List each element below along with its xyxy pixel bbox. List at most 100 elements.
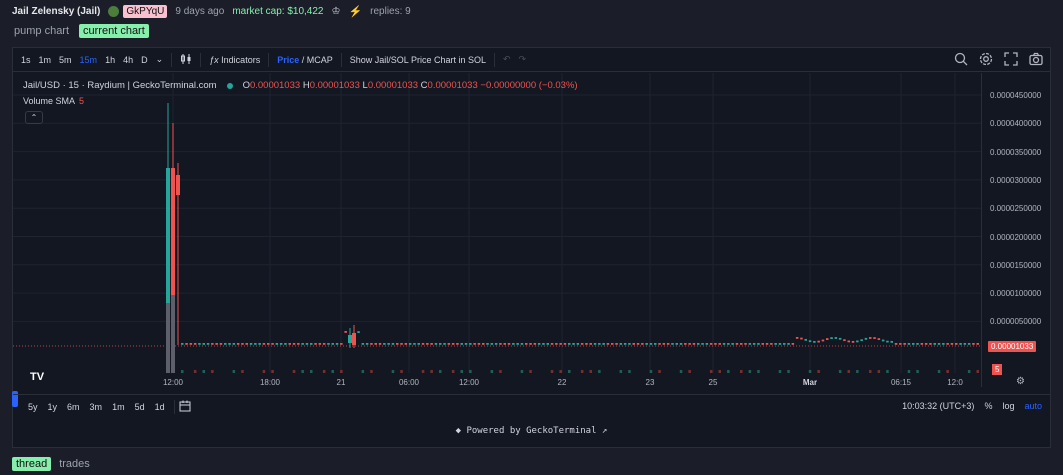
range-1y[interactable]: 1y: [43, 402, 63, 412]
tab-pump-chart[interactable]: pump chart: [12, 24, 71, 38]
candle-body: [714, 343, 717, 345]
candle-body: [688, 343, 691, 345]
show-sol-chart-button[interactable]: Show Jail/SOL Price Chart in SOL: [346, 55, 490, 65]
candle-body: [464, 343, 468, 345]
candle-body: [748, 343, 752, 345]
open-key: O: [242, 80, 250, 91]
volume-bar: [658, 370, 661, 373]
interval-1m[interactable]: 1m: [35, 55, 56, 65]
interval-dropdown-icon[interactable]: ⌄: [152, 54, 168, 65]
candle-body: [365, 343, 369, 345]
candle-body: [834, 337, 838, 339]
fx-icon: ƒx: [209, 54, 219, 65]
volume-bar: [967, 370, 971, 373]
candle-body: [486, 343, 489, 345]
divider: [340, 52, 342, 67]
candle-type-icon[interactable]: [176, 53, 196, 67]
volume-sma-length: 5: [79, 96, 85, 106]
fullscreen-icon[interactable]: [1004, 52, 1019, 67]
range-5d[interactable]: 5d: [130, 402, 150, 412]
volume-bar: [856, 370, 859, 373]
indicators-button[interactable]: ƒx Indicators: [205, 55, 264, 65]
candle-body: [361, 343, 365, 345]
log-toggle[interactable]: log: [1002, 401, 1014, 411]
divider: [171, 52, 173, 67]
candle-body: [606, 343, 610, 345]
candle-body: [585, 343, 588, 345]
candle-body: [645, 343, 648, 345]
interval-4h[interactable]: 4h: [119, 55, 137, 65]
candle-body: [383, 343, 386, 345]
candle-body: [348, 335, 352, 343]
candle-body: [559, 343, 562, 345]
redo-icon[interactable]: ↷: [515, 54, 531, 65]
axis-settings-icon[interactable]: ⚙: [1016, 376, 1027, 387]
coin-name: Jail Zelensky (Jail): [12, 5, 101, 17]
candle-body: [744, 343, 747, 345]
zoom-search-icon[interactable]: [954, 52, 969, 67]
undo-icon[interactable]: ↶: [499, 54, 515, 65]
volume-bar: [787, 370, 790, 373]
candle-body: [215, 343, 218, 345]
candle-body: [477, 343, 481, 345]
percent-toggle[interactable]: %: [984, 401, 992, 411]
candle-body: [830, 337, 833, 339]
auto-toggle[interactable]: auto: [1024, 401, 1042, 411]
created-time: 9 days ago: [175, 5, 225, 17]
page: Jail Zelensky (Jail) GkPYqU 9 days ago m…: [0, 0, 1063, 475]
bottom-bar-right: 10:03:32 (UTC+3) % log auto: [902, 401, 1042, 411]
interval-1s[interactable]: 1s: [17, 55, 35, 65]
candle-body: [761, 343, 764, 345]
volume-bar: [946, 370, 949, 373]
creator[interactable]: GkPYqU: [108, 4, 168, 18]
candle-body: [439, 343, 442, 345]
volume-bar: [292, 370, 296, 373]
range-3m[interactable]: 3m: [85, 402, 108, 412]
candle-body: [701, 343, 704, 345]
candle-body: [503, 343, 506, 345]
powered-by-link[interactable]: ◆ Powered by GeckoTerminal ↗: [13, 426, 1050, 436]
creator-address[interactable]: GkPYqU: [123, 4, 168, 18]
bottom-tabs: thread trades: [12, 457, 92, 471]
candle-body: [417, 343, 420, 345]
goto-date-icon[interactable]: [179, 400, 192, 414]
range-1d[interactable]: 1d: [150, 402, 170, 412]
candle-body: [899, 343, 902, 345]
tab-trades[interactable]: trades: [57, 457, 92, 471]
candle-body: [619, 343, 623, 345]
candle-body: [894, 343, 898, 345]
price-plot[interactable]: Jail/USD · 15 · Raydium | GeckoTerminal.…: [12, 73, 981, 407]
range-6m[interactable]: 6m: [62, 402, 85, 412]
price-tick-label: 0.0000200000: [990, 232, 1042, 242]
time-tick-label: 06:15: [890, 378, 912, 387]
volume-bar: [916, 370, 919, 373]
tab-thread[interactable]: thread: [12, 457, 52, 471]
range-1m[interactable]: 1m: [107, 402, 130, 412]
price-label: Price: [277, 54, 300, 65]
collapse-legend-button[interactable]: ⌃: [25, 111, 43, 124]
price-mcap-toggle[interactable]: Price / MCAP: [273, 55, 337, 65]
volume-bar: [460, 370, 463, 373]
interval-15m[interactable]: 15m: [76, 55, 102, 65]
interval-d[interactable]: D: [137, 55, 152, 65]
tab-current-chart[interactable]: current chart: [79, 24, 149, 38]
settings-gear-icon[interactable]: [979, 52, 994, 67]
time-axis[interactable]: 12:00 18:00 21 06:00 12:00 22 23 25 Mar 06:15 12:0: [13, 375, 981, 391]
interval-5m[interactable]: 5m: [55, 55, 76, 65]
candle-body: [658, 343, 661, 345]
king-icon: ♔: [331, 5, 341, 17]
price-scale[interactable]: 0.0000450000 0.0000400000 0.0000350000 0.00…: [981, 73, 1051, 387]
price-tick-label: 0.0000150000: [990, 260, 1042, 270]
interval-1h[interactable]: 1h: [101, 55, 119, 65]
clock[interactable]: 10:03:32 (UTC+3): [902, 401, 974, 411]
range-5y[interactable]: 5y: [23, 402, 43, 412]
volume-bar: [262, 370, 266, 373]
candle-body: [340, 343, 343, 345]
camera-icon[interactable]: [1029, 52, 1044, 67]
candle-body: [400, 343, 403, 345]
candle-body: [851, 341, 855, 343]
candle-body: [568, 343, 571, 345]
candle-body: [546, 343, 549, 345]
candle-body: [589, 343, 592, 345]
volume-legend: Volume SMA 5: [23, 96, 84, 106]
